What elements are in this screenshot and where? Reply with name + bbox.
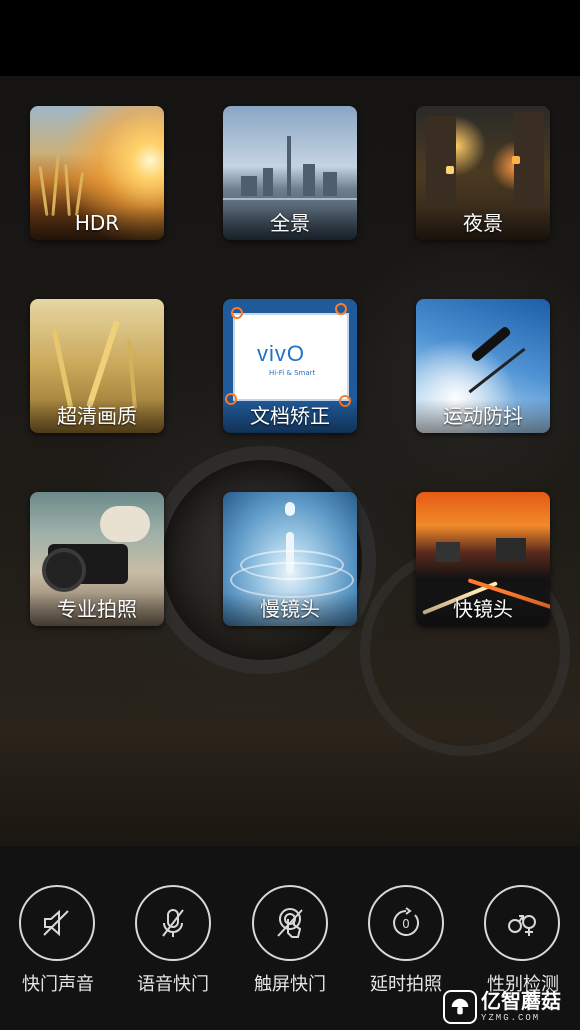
mode-label: HDR: [30, 206, 164, 240]
mode-tile-sport[interactable]: 运动防抖: [416, 299, 550, 433]
mode-label: 专业拍照: [30, 592, 164, 626]
timer-value: 0: [402, 917, 410, 931]
gender-icon: [508, 915, 536, 936]
mode-tile-ultra-clear[interactable]: 超清画质: [30, 299, 164, 433]
mode-tile-fast-motion[interactable]: 快镜头: [416, 492, 550, 626]
mode-tile-panorama[interactable]: 全景: [223, 106, 357, 240]
mode-tile-pro[interactable]: 专业拍照: [30, 492, 164, 626]
microphone-off-icon: [162, 909, 184, 937]
mode-tile-night[interactable]: 夜景: [416, 106, 550, 240]
watermark-main-text: 亿智蘑菇: [481, 989, 561, 1013]
mode-tile-document[interactable]: vivO Hi-Fi & Smart 文档矫正: [223, 299, 357, 433]
voice-shutter-label: 语音快门: [137, 974, 209, 995]
mushroom-logo-icon: [443, 990, 477, 1024]
speaker-muted-icon: [43, 909, 69, 937]
mode-label: 全景: [223, 206, 357, 240]
document-paper: vivO Hi-Fi & Smart: [233, 313, 349, 401]
shutter-sound-label: 快门声音: [22, 974, 94, 995]
touch-shutter-label: 触屏快门: [254, 974, 326, 995]
mode-label: 夜景: [416, 206, 550, 240]
mode-label: 快镜头: [416, 592, 550, 626]
gender-detect-button[interactable]: [484, 885, 560, 961]
touch-off-icon: [277, 908, 303, 938]
corner-handle: [231, 307, 243, 319]
voice-shutter-button[interactable]: [135, 885, 211, 961]
timer-button[interactable]: 0: [368, 885, 444, 961]
mode-label: 文档矫正: [223, 399, 357, 433]
shutter-sound-button[interactable]: [19, 885, 95, 961]
site-watermark: 亿智蘑菇 YZMG.COM: [443, 988, 573, 1026]
mode-label: 运动防抖: [416, 399, 550, 433]
corner-handle: [335, 303, 347, 315]
timer-off-icon: 0: [393, 907, 420, 936]
vivo-logo: vivO: [257, 341, 305, 366]
watermark-sub-text: YZMG.COM: [481, 1013, 541, 1023]
mode-tile-slow-motion[interactable]: 慢镜头: [223, 492, 357, 626]
mode-label: 慢镜头: [223, 592, 357, 626]
touch-shutter-button[interactable]: [252, 885, 328, 961]
mode-label: 超清画质: [30, 399, 164, 433]
top-bar: [0, 0, 580, 76]
vivo-slogan: Hi-Fi & Smart: [269, 369, 316, 377]
mode-tile-hdr[interactable]: HDR: [30, 106, 164, 240]
